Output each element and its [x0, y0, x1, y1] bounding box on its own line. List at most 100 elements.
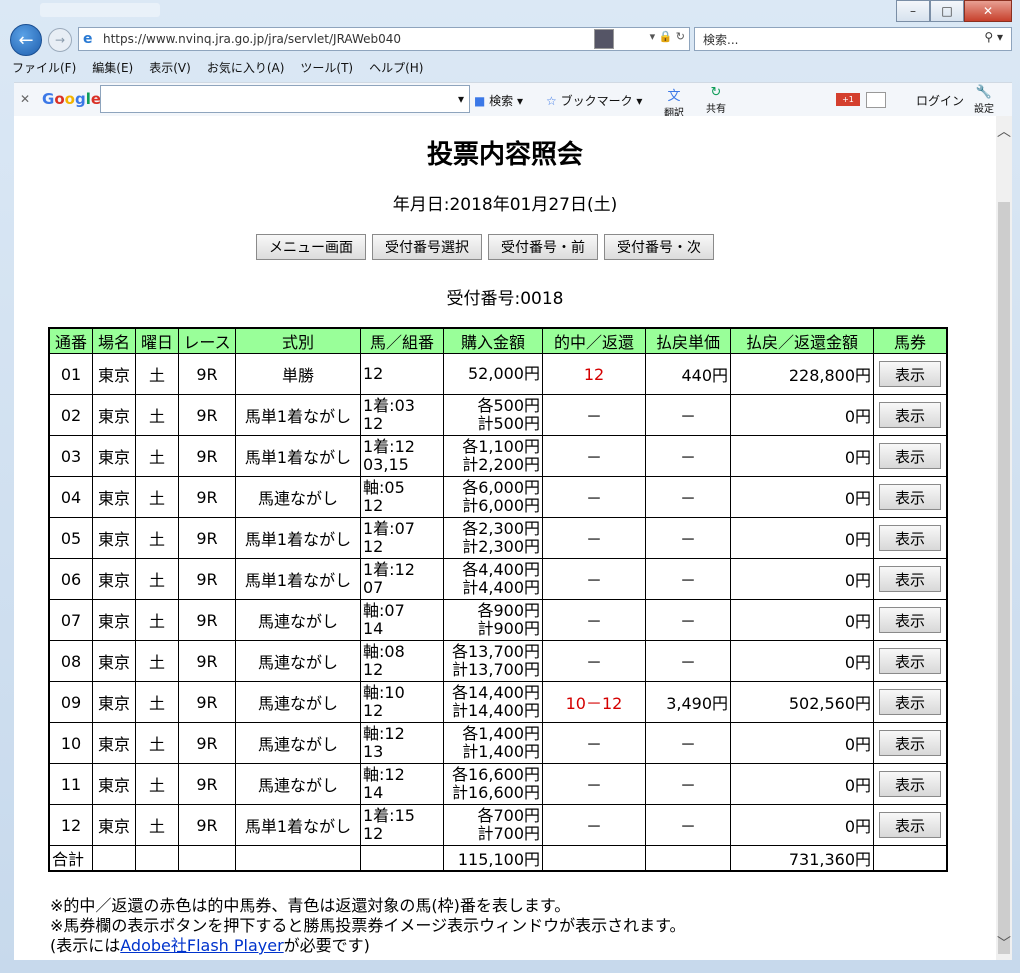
table-row: 08 東京土 9R 馬連ながし 軸:08 12 各13,700円 計13,700円－－ 0円 表示 [48, 640, 948, 682]
amount-line-1: 52,000円 [468, 364, 540, 383]
scroll-down-icon[interactable]: ﹀ [996, 936, 1012, 952]
bookmark-label[interactable]: ブックマーク [561, 94, 633, 108]
show-ticket-button[interactable]: 表示 [879, 771, 941, 797]
col-header-unit: 払戻単価 [645, 327, 731, 354]
share-label[interactable]: 共有 [706, 104, 726, 115]
close-button[interactable]: ✕ [964, 0, 1012, 22]
google-search-input[interactable] [100, 85, 470, 113]
address-bar[interactable]: e https://www.nvinq.jra.go.jp/jra/servle… [78, 27, 690, 51]
maximize-button[interactable]: □ [930, 0, 964, 22]
menu-view[interactable]: 表示(V) [149, 59, 191, 76]
cell-type: 馬連ながし [235, 681, 361, 723]
cell-no: 10 [48, 722, 93, 764]
lock-refresh-icons[interactable]: ▾ 🔒 ↻ [650, 30, 685, 43]
cell-combo: 1着:07 12 [360, 517, 444, 559]
cell-ticket: 表示 [873, 681, 948, 723]
url-text[interactable]: https://www.nvinq.jra.go.jp/jra/servlet/… [103, 32, 401, 46]
show-ticket-button[interactable]: 表示 [879, 402, 941, 428]
bookmark-button[interactable]: ☆ ブックマーク ▾ [546, 92, 642, 109]
search-placeholder[interactable]: 検索... [703, 31, 738, 48]
gplus-toggle[interactable] [866, 92, 886, 108]
show-ticket-button[interactable]: 表示 [879, 648, 941, 674]
cell-day: 土 [135, 476, 179, 518]
star-icon: ☆ [546, 94, 557, 108]
menu-file[interactable]: ファイル(F) [12, 59, 76, 76]
cell-amount: 各500円 計500円 [443, 394, 543, 436]
table-row: 07 東京土 9R 馬連ながし 軸:07 14 各900円 計900円－－ 0円 表示 [48, 599, 948, 641]
col-header-day: 曜日 [135, 327, 179, 354]
google-search-button[interactable]: ■ 検索 ▾ [474, 92, 523, 109]
scroll-thumb[interactable] [998, 202, 1010, 954]
col-header-no: 通番 [48, 327, 93, 354]
cell-no: 08 [48, 640, 93, 682]
cell-race: 9R [178, 599, 236, 641]
col-header-type: 式別 [235, 327, 361, 354]
menu-tools[interactable]: ツール(T) [300, 59, 353, 76]
cell-no: 04 [48, 476, 93, 518]
flash-player-link[interactable]: Adobe社Flash Player [120, 936, 283, 955]
cell-no: 12 [48, 804, 93, 846]
table-row: 06 東京土 9R 馬単1着ながし 1着:12 07 各4,400円 計4,400円－－ 0円表… [48, 558, 948, 600]
login-button[interactable]: ログイン [916, 92, 964, 109]
menu-help[interactable]: ヘルプ(H) [369, 59, 423, 76]
show-ticket-button[interactable]: 表示 [879, 730, 941, 756]
show-ticket-button[interactable]: 表示 [879, 607, 941, 633]
receipt-next-button[interactable]: 受付番号・次 [604, 234, 714, 260]
menu-favorites[interactable]: お気に入り(A) [207, 59, 285, 76]
cell-amount: 52,000円 [443, 353, 543, 395]
amount-line-1: 各1,400円 [462, 724, 540, 743]
google-search-dropdown-icon[interactable]: ▾ [458, 92, 464, 106]
table-header-row: 通番 場名 曜日 レース 式別 馬／組番 購入金額 的中／返還 払戻単価 払戻／… [48, 327, 948, 354]
note-line-3-pre: (表示には [50, 936, 121, 955]
cell-race: 9R [178, 476, 236, 518]
toolbar-close-icon[interactable]: ✕ [20, 92, 30, 106]
cell-hit: － [542, 517, 646, 559]
menu-edit[interactable]: 編集(E) [92, 59, 133, 76]
cell-venue: 東京 [92, 394, 136, 436]
search-icon[interactable]: ⚲ ▾ [984, 30, 1003, 44]
show-ticket-button[interactable]: 表示 [879, 566, 941, 592]
gplus-button[interactable]: +1 [836, 93, 860, 106]
settings-label[interactable]: 設定 [974, 104, 994, 115]
google-search-label[interactable]: 検索 [489, 94, 513, 108]
cell-type: 馬連ながし [235, 476, 361, 518]
cell-amount: 各1,400円 計1,400円 [443, 722, 543, 764]
cell-combo: 12 [360, 353, 444, 395]
cell-payout: 0円 [730, 599, 874, 641]
translate-button[interactable]: 文翻訳 [664, 85, 684, 119]
amount-line-2: 計14,400円 [452, 701, 540, 720]
cell-race: 9R [178, 722, 236, 764]
table-row: 03 東京土 9R 馬単1着ながし 1着:12 03,15 各1,100円 計2,200円－－… [48, 435, 948, 477]
browser-search-box[interactable]: 検索... ⚲ ▾ [694, 27, 1012, 51]
amount-line-1: 各500円 [477, 396, 540, 415]
cell-payout: 0円 [730, 722, 874, 764]
show-ticket-button[interactable]: 表示 [879, 525, 941, 551]
settings-button[interactable]: 🔧 設定 [974, 85, 994, 115]
show-ticket-button[interactable]: 表示 [879, 361, 941, 387]
back-button[interactable]: ← [10, 24, 42, 56]
vertical-scrollbar[interactable]: ︿ ﹀ [996, 116, 1012, 960]
show-ticket-button[interactable]: 表示 [879, 443, 941, 469]
google-logo: Google [42, 90, 102, 108]
cell-ticket: 表示 [873, 394, 948, 436]
cell-combo: 軸:05 12 [360, 476, 444, 518]
amount-line-2: 計13,700円 [452, 660, 540, 679]
share-button[interactable]: ↻ 共有 [706, 85, 726, 115]
show-ticket-button[interactable]: 表示 [879, 484, 941, 510]
receipt-select-button[interactable]: 受付番号選択 [372, 234, 482, 260]
forward-button[interactable]: → [48, 28, 72, 52]
receipt-prev-button[interactable]: 受付番号・前 [488, 234, 598, 260]
combo-line-2: 12 [363, 496, 384, 515]
show-ticket-button[interactable]: 表示 [879, 689, 941, 715]
show-ticket-button[interactable]: 表示 [879, 812, 941, 838]
cell-combo: 軸:07 14 [360, 599, 444, 641]
scroll-up-icon[interactable]: ︿ [996, 124, 1012, 140]
minimize-button[interactable]: – [896, 0, 930, 22]
cell-venue: 東京 [92, 763, 136, 805]
cell-day: 土 [135, 763, 179, 805]
page-thumbnail-icon[interactable] [594, 29, 614, 49]
combo-line-2: 12 [363, 824, 384, 843]
amount-line-2: 計2,300円 [462, 537, 540, 556]
menu-screen-button[interactable]: メニュー画面 [256, 234, 366, 260]
cell-payout: 228,800円 [730, 353, 874, 395]
